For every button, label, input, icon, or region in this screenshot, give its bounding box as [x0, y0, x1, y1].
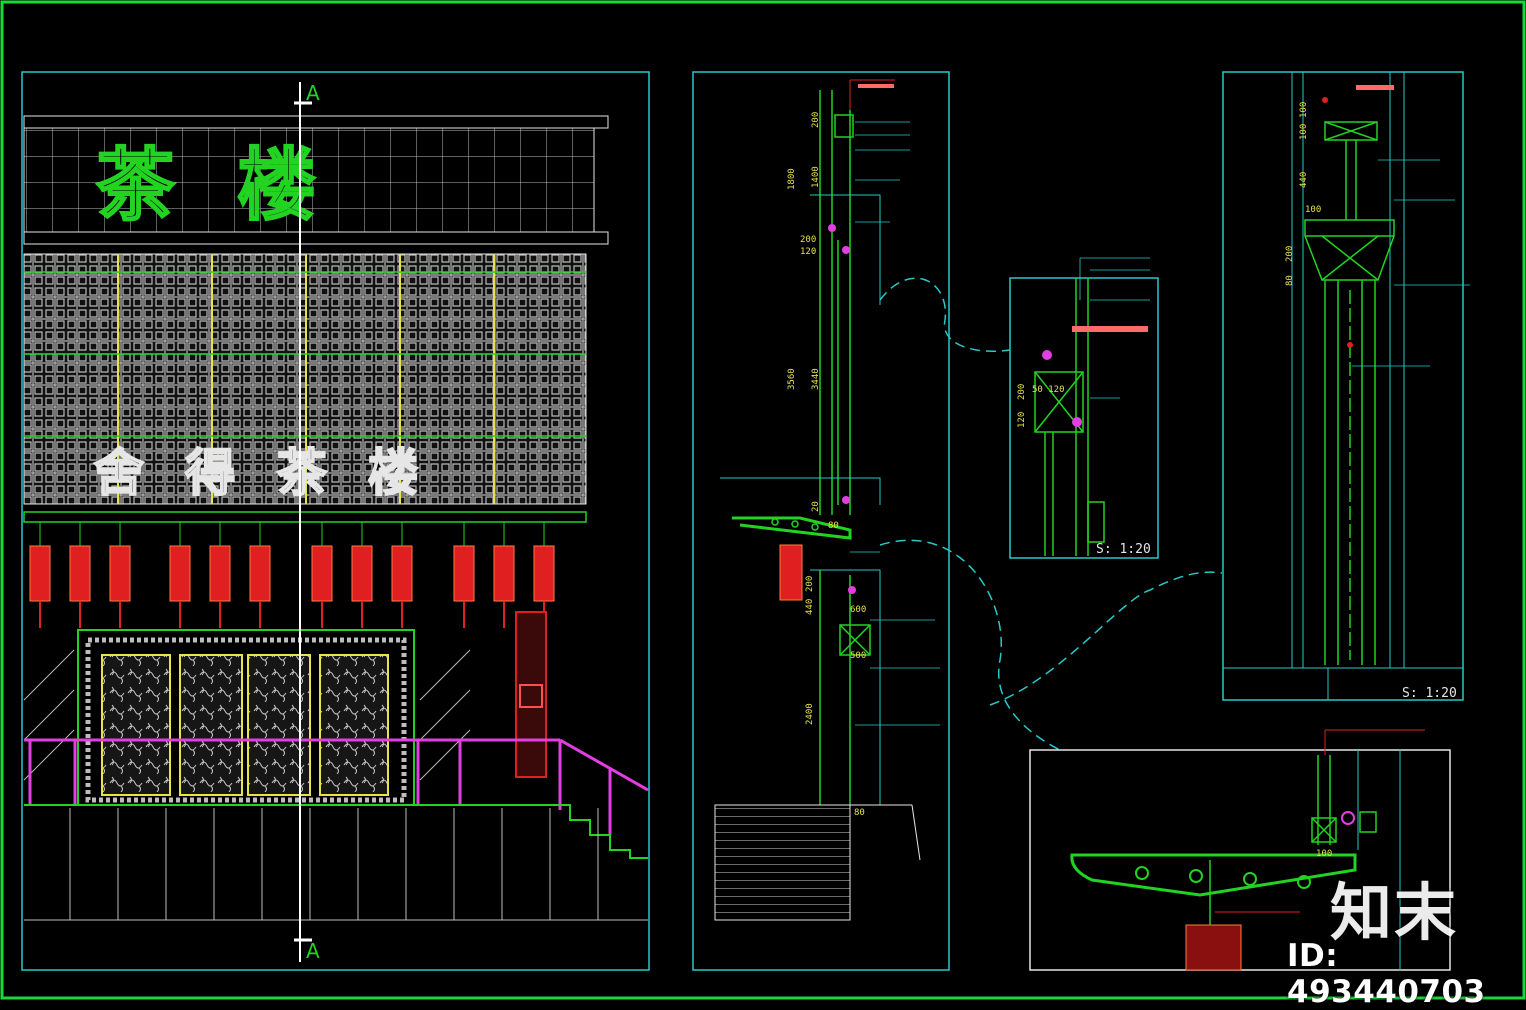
dim-label: 200: [805, 576, 815, 592]
dim-label: 100: [1299, 102, 1309, 118]
dim-label: 200: [1285, 246, 1295, 262]
scale-label-section: S: 1:20: [1402, 686, 1457, 701]
dim-label: 120: [800, 247, 816, 257]
dim-label: 100: [1316, 849, 1332, 859]
dim-label: 80: [854, 808, 865, 818]
dim-label: 50 120: [1032, 385, 1065, 395]
dim-label: 2400: [805, 703, 815, 725]
dim-label: 600: [850, 605, 866, 615]
right-section-panel: 100 100 440 100 200 80 S: 1:20: [1222, 71, 1470, 701]
dim-label: 80: [828, 521, 839, 531]
dim-label: 440: [1299, 172, 1309, 188]
dim-label: 500: [850, 651, 866, 661]
dim-label: 1800: [787, 168, 797, 190]
dim-label: 200: [811, 112, 821, 128]
dim-label: 120: [1017, 412, 1027, 428]
section-panel: 200 1800 1400 200 120 3560 3440 20 80 20…: [692, 71, 950, 971]
lantern-row: [29, 522, 555, 628]
section-marker-bottom: A: [306, 939, 320, 963]
dim-label: 100: [1299, 124, 1309, 140]
dim-label: 440: [805, 599, 815, 615]
signboard-sub-text: 舍 得 茶 楼: [94, 443, 430, 502]
dim-label: 20: [811, 501, 821, 512]
watermark-id-label: ID: 493440703: [1287, 938, 1486, 1010]
elevation-panel: 茶 楼 舍 得 茶 楼 A A: [21, 71, 650, 971]
dim-label: 200: [1017, 384, 1027, 400]
scale-label-detail: S: 1:20: [1096, 542, 1151, 557]
detail-panel: 200 120 50 120 S: 1:20: [1009, 257, 1159, 559]
dim-label: 3440: [811, 368, 821, 390]
dim-label: 200: [800, 235, 816, 245]
door-panels: [101, 654, 389, 796]
dim-label: 3560: [787, 368, 797, 390]
signboard-main-text: 茶 楼: [96, 140, 333, 231]
cad-drawing-canvas: 茶 楼 舍 得 茶 楼 A A 200 1800 1400 200 120 35…: [0, 0, 1526, 1000]
section-marker-top: A: [306, 81, 320, 105]
dim-label: 1400: [811, 166, 821, 188]
dim-label: 100: [1305, 205, 1321, 215]
dim-label: 80: [1285, 275, 1295, 286]
